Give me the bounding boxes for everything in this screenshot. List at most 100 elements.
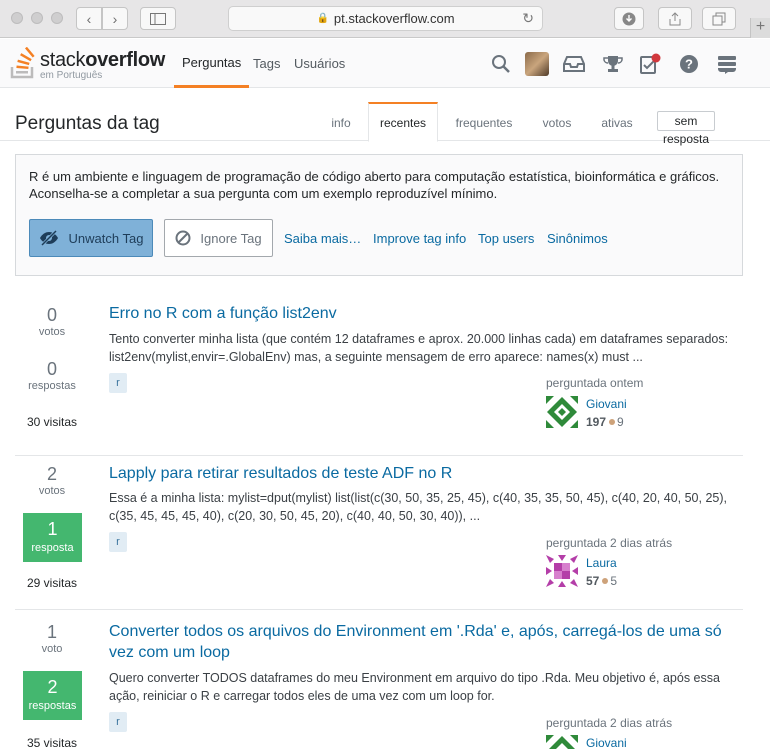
tag-r[interactable]: r (109, 712, 127, 732)
chevron-left-icon: ‹ (86, 10, 92, 27)
logo-main-text: stack (40, 49, 86, 71)
user-identicon[interactable] (546, 396, 578, 428)
tab-frequentes[interactable]: frequentes (448, 102, 520, 141)
review-icon[interactable] (639, 53, 661, 75)
user-name-link[interactable]: Laura (586, 556, 617, 570)
chevron-right-icon: › (112, 10, 118, 27)
tab-votos[interactable]: votos (534, 102, 580, 141)
tag-r[interactable]: r (109, 532, 127, 552)
answer-count-accepted: 2 respostas (23, 671, 82, 720)
logo-wordmark[interactable]: stackoverflow (40, 49, 165, 72)
answer-count-accepted: 1 resposta (23, 513, 82, 562)
stackoverflow-logo-icon[interactable] (10, 47, 38, 81)
sidebar-toggle-button[interactable] (140, 7, 176, 30)
stackexchange-menu-icon[interactable] (716, 53, 738, 75)
question-title-link[interactable]: Converter todos os arquivos do Environme… (109, 621, 739, 663)
tag-wiki-box: R é um ambiente e linguagem de programaç… (15, 154, 743, 276)
downloads-button[interactable] (614, 7, 644, 30)
unwatch-tag-label: Unwatch Tag (68, 230, 144, 246)
asked-time: perguntada 2 dias atrás (546, 536, 673, 550)
bronze-badge-count: 9 (617, 415, 624, 429)
user-identicon[interactable] (546, 555, 578, 587)
tabs-icon (712, 12, 726, 25)
tab-recentes[interactable]: recentes (368, 102, 438, 142)
user-name-link[interactable]: Giovani (586, 397, 627, 411)
avatar[interactable] (525, 52, 549, 76)
tag-description: R é um ambiente e linguagem de programaç… (29, 169, 720, 184)
tab-ativas[interactable]: ativas (594, 102, 640, 141)
question-summary: 2 votos 1 resposta 29 visitas Lapply par… (15, 456, 743, 609)
question-title-link[interactable]: Erro no R com a função list2env (109, 303, 739, 324)
asked-time: perguntada ontem (546, 376, 644, 390)
tabs-overview-button[interactable] (702, 7, 736, 30)
user-identicon[interactable] (546, 735, 578, 749)
user-name-link[interactable]: Giovani (586, 736, 627, 750)
user-reputation: 57 5 (586, 574, 617, 588)
reputation-score: 57 (586, 574, 600, 588)
reload-icon[interactable]: ↻ (522, 10, 534, 27)
top-users-link[interactable]: Top users (478, 231, 534, 246)
minimize-window-button[interactable] (31, 12, 43, 24)
eye-off-icon (39, 230, 58, 246)
question-excerpt: Essa é a minha lista: mylist=dput(mylist… (109, 491, 727, 523)
answer-label: respostas (28, 380, 76, 392)
improve-tag-info-link[interactable]: Improve tag info (373, 231, 466, 246)
plus-icon: + (755, 18, 766, 35)
lock-icon: 🔒 (316, 13, 329, 24)
tab-sem-resposta[interactable]: sem resposta (657, 111, 716, 146)
zoom-window-button[interactable] (51, 12, 63, 24)
url-text: pt.stackoverflow.com (333, 11, 455, 26)
question-excerpt: Quero converter TODOS dataframes do meu … (109, 671, 720, 703)
ignore-tag-button[interactable]: Ignore Tag (164, 219, 273, 257)
question-title-link[interactable]: Lapply para retirar resultados de teste … (109, 463, 739, 484)
answer-label: resposta (31, 542, 74, 554)
bronze-badge-icon (609, 419, 616, 425)
answer-number: 1 (47, 519, 58, 539)
forward-button[interactable]: › (102, 7, 128, 30)
unwatch-tag-button[interactable]: Unwatch Tag (29, 219, 153, 257)
back-button[interactable]: ‹ (76, 7, 102, 30)
logo-subtitle: em Português (40, 70, 103, 81)
address-bar[interactable]: 🔒 pt.stackoverflow.com ↻ (228, 6, 543, 31)
download-icon (622, 12, 636, 25)
new-tab-button[interactable]: + (750, 18, 770, 38)
share-button[interactable] (658, 7, 692, 30)
vote-count: 1 voto (15, 622, 89, 655)
vote-number: 0 (46, 305, 57, 325)
vote-number: 1 (46, 622, 57, 642)
tag-r[interactable]: r (109, 373, 127, 393)
ignore-tag-label: Ignore Tag (200, 230, 262, 246)
nav-users[interactable]: Usuários (294, 39, 345, 88)
close-window-button[interactable] (11, 12, 23, 24)
share-icon (669, 11, 681, 25)
vote-label: votos (38, 326, 66, 338)
synonyms-link[interactable]: Sinônimos (547, 231, 608, 246)
logo-bold-text: overflow (85, 49, 166, 71)
question-summary: 1 voto 2 respostas 35 visitas Converter … (15, 610, 743, 750)
question-excerpt: Tento converter minha lista (que contém … (109, 332, 729, 364)
answer-number: 0 (46, 359, 57, 379)
vote-number: 2 (46, 464, 57, 484)
answer-number: 2 (47, 677, 58, 697)
view-count: 29 visitas (26, 576, 78, 590)
asked-time: perguntada 2 dias atrás (546, 716, 673, 730)
reputation-score: 197 (586, 415, 607, 429)
nav-tags[interactable]: Tags (253, 39, 280, 88)
sidebar-icon (150, 12, 166, 25)
nav-questions[interactable]: Perguntas (174, 39, 250, 88)
inbox-icon[interactable] (563, 53, 585, 75)
learn-more-link[interactable]: Saiba mais… (284, 231, 361, 246)
svg-text:?: ? (685, 57, 693, 72)
site-header: stackoverflow em Português Perguntas Tag… (0, 39, 770, 88)
search-icon[interactable] (490, 53, 512, 75)
trophy-icon[interactable] (602, 53, 624, 75)
bronze-badge-icon (602, 578, 609, 584)
answer-count: 0 respostas (15, 359, 89, 392)
vote-label: votos (38, 485, 66, 497)
browser-toolbar: ‹ › 🔒 pt.stackoverflow.com ↻ + (0, 0, 770, 38)
tab-info[interactable]: info (322, 102, 360, 141)
help-icon[interactable]: ? (678, 53, 700, 75)
question-summary: 0 votos 0 respostas 30 visitas Erro no R… (15, 296, 743, 456)
vote-count: 0 votos (15, 305, 89, 338)
ban-icon (175, 230, 191, 246)
